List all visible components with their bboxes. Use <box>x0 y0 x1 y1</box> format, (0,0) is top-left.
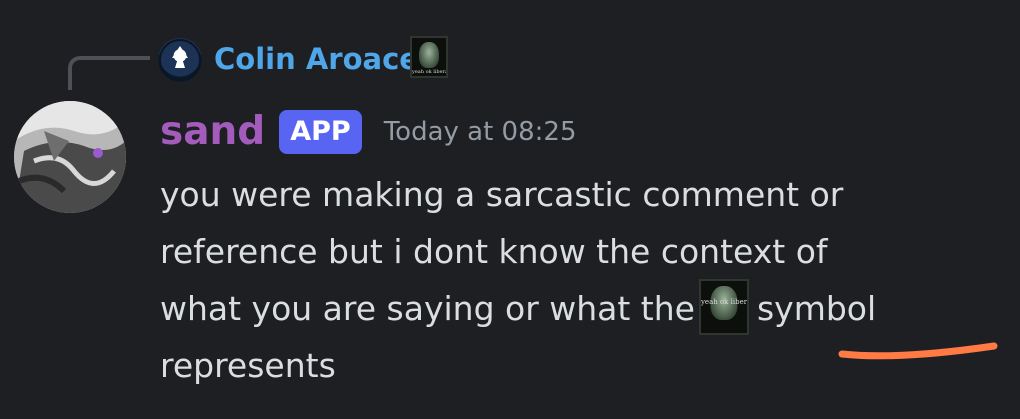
message-header: sand APP Today at 08:25 <box>160 108 576 156</box>
yeah-ok-liberal-emoji[interactable]: yeah ok liberal <box>410 36 448 78</box>
message-text: symbol <box>756 289 877 328</box>
app-badge: APP <box>279 110 362 154</box>
annotation-underline <box>838 342 998 360</box>
message-text: what you are saying or what the <box>160 289 695 328</box>
emoji-caption: yeah ok liberal <box>412 69 448 75</box>
message-line: you were making a sarcastic comment or <box>160 175 844 214</box>
message-line: what you are saying or what the yeah ok l… <box>160 278 1010 337</box>
message-line: reference but i dont know the context of <box>160 232 828 271</box>
face-icon <box>419 42 439 68</box>
abstract-avatar-icon <box>14 101 126 213</box>
reply-author-name[interactable]: Colin Aroace <box>214 40 419 78</box>
yeah-ok-liberal-emoji[interactable]: yeah ok liberal <box>698 278 749 335</box>
message-timestamp[interactable]: Today at 08:25 <box>384 108 577 156</box>
reply-author-avatar[interactable] <box>158 38 202 82</box>
ace-symbol-icon <box>159 39 201 81</box>
author-avatar[interactable] <box>14 101 126 213</box>
author-name[interactable]: sand <box>160 108 265 156</box>
reply-connector-line <box>68 56 150 90</box>
emoji-caption: yeah ok liberal <box>700 297 749 306</box>
